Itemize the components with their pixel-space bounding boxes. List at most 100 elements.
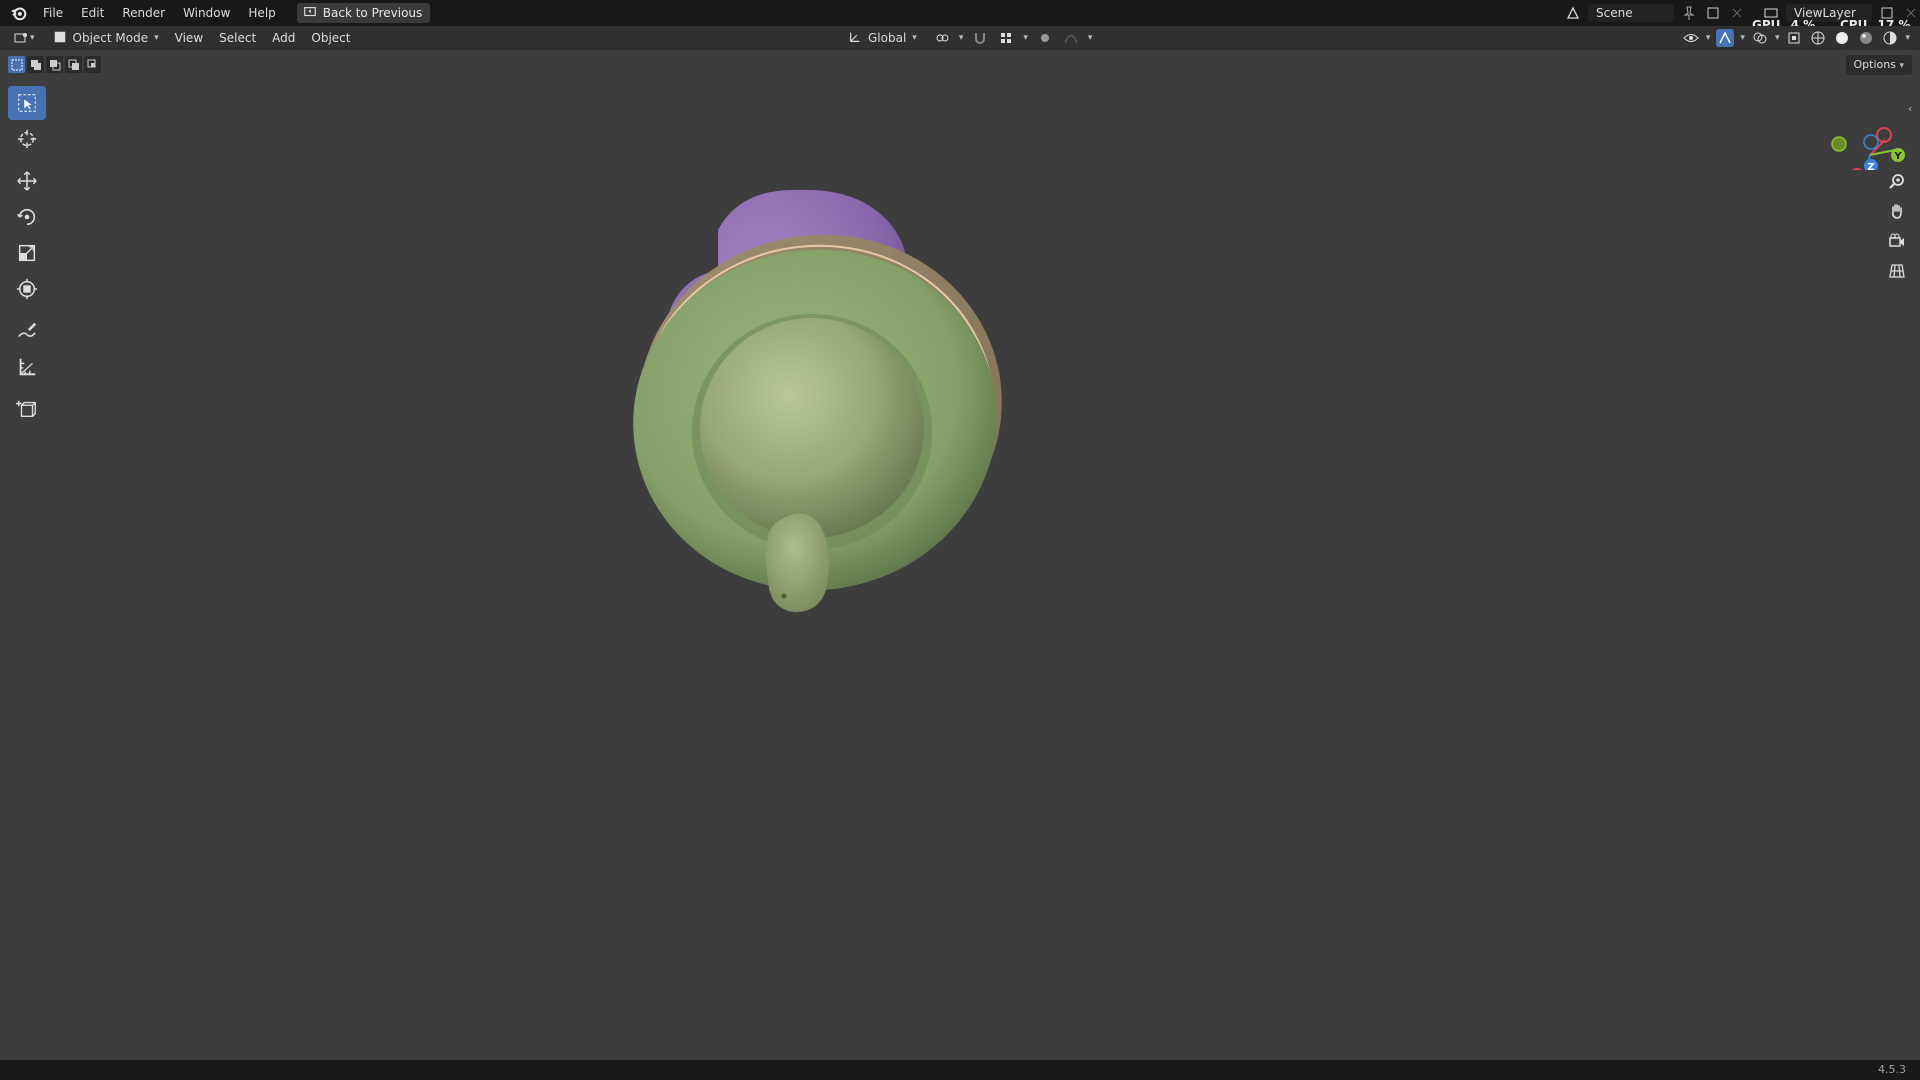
scene-icon[interactable] <box>1564 4 1582 22</box>
z-negative-axis-icon[interactable] <box>1863 134 1879 150</box>
cursor-tool[interactable] <box>8 122 46 156</box>
options-dropdown[interactable]: Options ▾ <box>1845 55 1912 75</box>
camera-view-button[interactable] <box>1884 228 1910 254</box>
baby-bottle-model[interactable] <box>600 150 1040 710</box>
sidebar-toggle-chevron-icon[interactable]: ‹ <box>1908 102 1912 115</box>
proportional-edit-icon[interactable] <box>1036 29 1054 47</box>
move-arrows-icon <box>17 171 37 191</box>
gizmo-z-label: Z <box>1867 162 1874 170</box>
select-subtract-icon[interactable] <box>46 56 63 73</box>
measure-ruler-icon <box>19 358 36 376</box>
header-menu-select[interactable]: Select <box>211 26 264 50</box>
transform-icon <box>16 278 38 300</box>
menu-render[interactable]: Render <box>113 0 174 26</box>
new-scene-icon[interactable] <box>1704 4 1722 22</box>
nipple-tip[interactable] <box>765 513 829 612</box>
header-menu-view[interactable]: View <box>167 26 211 50</box>
nipple-dome[interactable] <box>700 318 924 538</box>
object-mode-label: Object Mode <box>72 31 149 45</box>
add-cube-icon <box>16 400 36 418</box>
snap-increment-icon[interactable] <box>997 29 1015 47</box>
hand-pan-icon <box>1892 204 1902 219</box>
solid-shading-icon[interactable] <box>1833 29 1851 47</box>
menu-file[interactable]: File <box>34 0 72 26</box>
gizmo-toggle-icon[interactable] <box>1716 29 1735 47</box>
viewport-display-controls: ▾ ▾ ▾ ▾ <box>1682 26 1910 50</box>
tool-shelf <box>8 86 48 428</box>
navigation-gizmo[interactable]: Y Z X <box>1820 90 1910 170</box>
cursor-crosshair-icon <box>17 129 37 149</box>
viewport-header: ▾ Object Mode ▾ View Select Add Object G… <box>0 26 1920 50</box>
visibility-eye-icon[interactable] <box>1682 29 1700 47</box>
menu-edit[interactable]: Edit <box>72 0 113 26</box>
zoom-magnifier-icon <box>1889 174 1904 189</box>
editor-type-icon[interactable] <box>12 29 30 47</box>
snap-chevron-icon[interactable]: ▾ <box>1023 33 1028 43</box>
chevron-down-icon: ▾ <box>912 33 917 43</box>
toggle-perspective-button[interactable] <box>1884 258 1910 284</box>
scale-tool[interactable] <box>8 236 46 270</box>
scene-name: Scene <box>1596 6 1633 20</box>
header-menu-object[interactable]: Object <box>303 26 358 50</box>
menu-help[interactable]: Help <box>239 0 284 26</box>
falloff-chevron-icon[interactable]: ▾ <box>1088 33 1093 43</box>
x-negative-axis-icon[interactable] <box>1850 168 1864 170</box>
measure-tool[interactable] <box>8 350 46 384</box>
header-menu-add[interactable]: Add <box>264 26 303 50</box>
add-cube-tool[interactable] <box>8 392 46 426</box>
editor-type-chevron-icon[interactable]: ▾ <box>30 33 35 43</box>
select-extend-icon[interactable] <box>27 56 44 73</box>
blender-logo-icon[interactable] <box>8 2 30 24</box>
snap-magnet-icon[interactable] <box>971 29 989 47</box>
menu-window[interactable]: Window <box>174 0 239 26</box>
visibility-chevron-icon[interactable]: ▾ <box>1706 33 1711 43</box>
selection-mode-buttons <box>8 56 101 73</box>
transform-tool[interactable] <box>8 272 46 306</box>
perspective-grid-icon <box>1889 264 1905 278</box>
3d-viewport[interactable]: Options ▾ Y Z ‹ <box>0 50 1920 1060</box>
pivot-point-icon[interactable] <box>933 29 951 47</box>
gizmo-chevron-icon[interactable]: ▾ <box>1740 33 1745 43</box>
select-intersect-icon[interactable] <box>84 56 101 73</box>
top-menu-bar: File Edit Render Window Help Back to Pre… <box>0 0 1920 32</box>
material-preview-shading-icon[interactable] <box>1857 29 1875 47</box>
object-mode-dropdown[interactable]: Object Mode ▾ <box>45 28 167 48</box>
orientation-axes-icon <box>848 30 862 47</box>
zoom-view-button[interactable] <box>1884 168 1910 194</box>
back-to-previous-button[interactable]: Back to Previous <box>296 3 431 23</box>
version-label: 4.5.3 <box>1878 1063 1906 1076</box>
select-box-tool[interactable] <box>8 86 46 120</box>
falloff-curve-icon[interactable] <box>1062 29 1080 47</box>
scene-field[interactable]: Scene <box>1588 4 1674 22</box>
pin-icon[interactable] <box>1680 4 1698 22</box>
rotate-icon <box>17 208 36 226</box>
scale-icon <box>18 244 36 262</box>
transform-orientation-label: Global <box>868 31 907 45</box>
shading-chevron-icon[interactable]: ▾ <box>1905 33 1910 43</box>
object-mode-icon <box>53 30 67 47</box>
options-label: Options <box>1853 58 1896 71</box>
wireframe-shading-icon[interactable] <box>1809 29 1827 47</box>
move-tool[interactable] <box>8 164 46 198</box>
rotate-tool[interactable] <box>8 200 46 234</box>
chevron-down-icon: ▾ <box>154 33 159 43</box>
transform-orientation-dropdown[interactable]: Global ▾ <box>840 28 925 48</box>
pivot-chevron-icon[interactable]: ▾ <box>959 33 964 43</box>
camera-icon <box>1889 233 1904 247</box>
select-new-icon[interactable] <box>8 56 25 73</box>
overlays-chevron-icon[interactable]: ▾ <box>1775 33 1780 43</box>
y-negative-axis-icon[interactable] <box>1831 136 1847 152</box>
select-difference-icon[interactable] <box>65 56 82 73</box>
back-to-previous-label: Back to Previous <box>322 6 423 20</box>
select-box-icon <box>18 94 36 112</box>
rendered-shading-icon[interactable] <box>1881 29 1899 47</box>
delete-scene-icon[interactable] <box>1728 4 1746 22</box>
annotate-tool[interactable] <box>8 314 46 348</box>
annotate-pencil-icon <box>18 322 37 338</box>
screen-back-icon <box>303 5 317 22</box>
gizmo-y-label: Y <box>1893 151 1902 162</box>
xray-toggle-icon[interactable] <box>1785 29 1803 47</box>
pan-view-button[interactable] <box>1884 198 1910 224</box>
chevron-down-icon: ▾ <box>1899 61 1904 71</box>
overlays-icon[interactable] <box>1751 29 1769 47</box>
